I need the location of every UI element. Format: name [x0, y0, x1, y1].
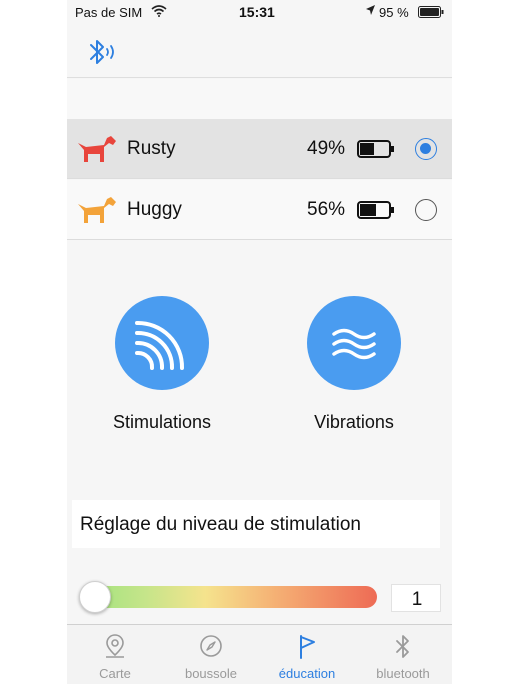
- stimulation-level-value-box: 1: [391, 584, 441, 612]
- flag-icon: [300, 635, 315, 659]
- location-arrow-icon: [366, 5, 375, 15]
- tab-bluetooth[interactable]: bluetooth: [355, 625, 451, 684]
- dog-row-huggy[interactable]: Huggy 56%: [67, 180, 452, 240]
- tab-label: éducation: [278, 666, 336, 681]
- stimulation-level-slider[interactable]: [81, 586, 377, 608]
- stimulation-level-value: 1: [411, 589, 423, 610]
- tab-label: Carte: [99, 666, 131, 681]
- tab-bar: Carte boussole éducation bluetooth: [67, 624, 452, 684]
- tab-education[interactable]: éducation: [259, 625, 355, 684]
- status-bar: Pas de SIM 15:31 95 %: [67, 0, 452, 24]
- slider-thumb[interactable]: [79, 581, 111, 613]
- stimulations-label: Stimulations: [112, 412, 212, 432]
- dog-name: Rusty: [127, 138, 176, 159]
- dog-battery-icon: [357, 140, 394, 158]
- stimulations-button[interactable]: [115, 296, 209, 390]
- compass-icon: [200, 635, 222, 657]
- dog-select-radio[interactable]: [415, 199, 437, 221]
- tab-label: bluetooth: [376, 666, 430, 681]
- status-battery-icon: [418, 6, 444, 18]
- vibrations-button[interactable]: [307, 296, 401, 390]
- vibrations-label: Vibrations: [314, 412, 394, 432]
- status-battery-percent: 95 %: [379, 5, 409, 20]
- bluetooth-icon: [396, 635, 409, 658]
- carrier-label: Pas de SIM: [75, 5, 143, 20]
- stimulation-level-title: Réglage du niveau de stimulation: [80, 514, 361, 535]
- bluetooth-connect-icon[interactable]: [87, 38, 119, 66]
- signal-waves-icon: [135, 320, 185, 370]
- spacer: [67, 79, 452, 119]
- dog-battery-icon: [357, 201, 394, 219]
- dog-battery-percent: 49%: [307, 138, 346, 159]
- tab-carte[interactable]: Carte: [67, 625, 163, 684]
- dog-battery-percent: 56%: [307, 199, 346, 220]
- phone-screen: Pas de SIM 15:31 95 % Rusty 49% Huggy 56…: [67, 0, 452, 684]
- tab-boussole[interactable]: boussole: [163, 625, 259, 684]
- nav-bar: [67, 24, 452, 78]
- status-time: 15:31: [239, 4, 275, 20]
- vibration-waves-icon: [332, 328, 376, 360]
- wifi-icon: [151, 5, 167, 17]
- dog-icon: [78, 197, 116, 223]
- dog-select-radio[interactable]: [415, 138, 437, 160]
- dog-name: Huggy: [127, 199, 182, 220]
- map-pin-icon: [106, 634, 124, 658]
- dog-icon: [78, 136, 116, 162]
- tab-label: boussole: [184, 666, 238, 681]
- stimulation-level-card: Réglage du niveau de stimulation: [72, 500, 440, 548]
- dog-row-rusty[interactable]: Rusty 49%: [67, 119, 452, 179]
